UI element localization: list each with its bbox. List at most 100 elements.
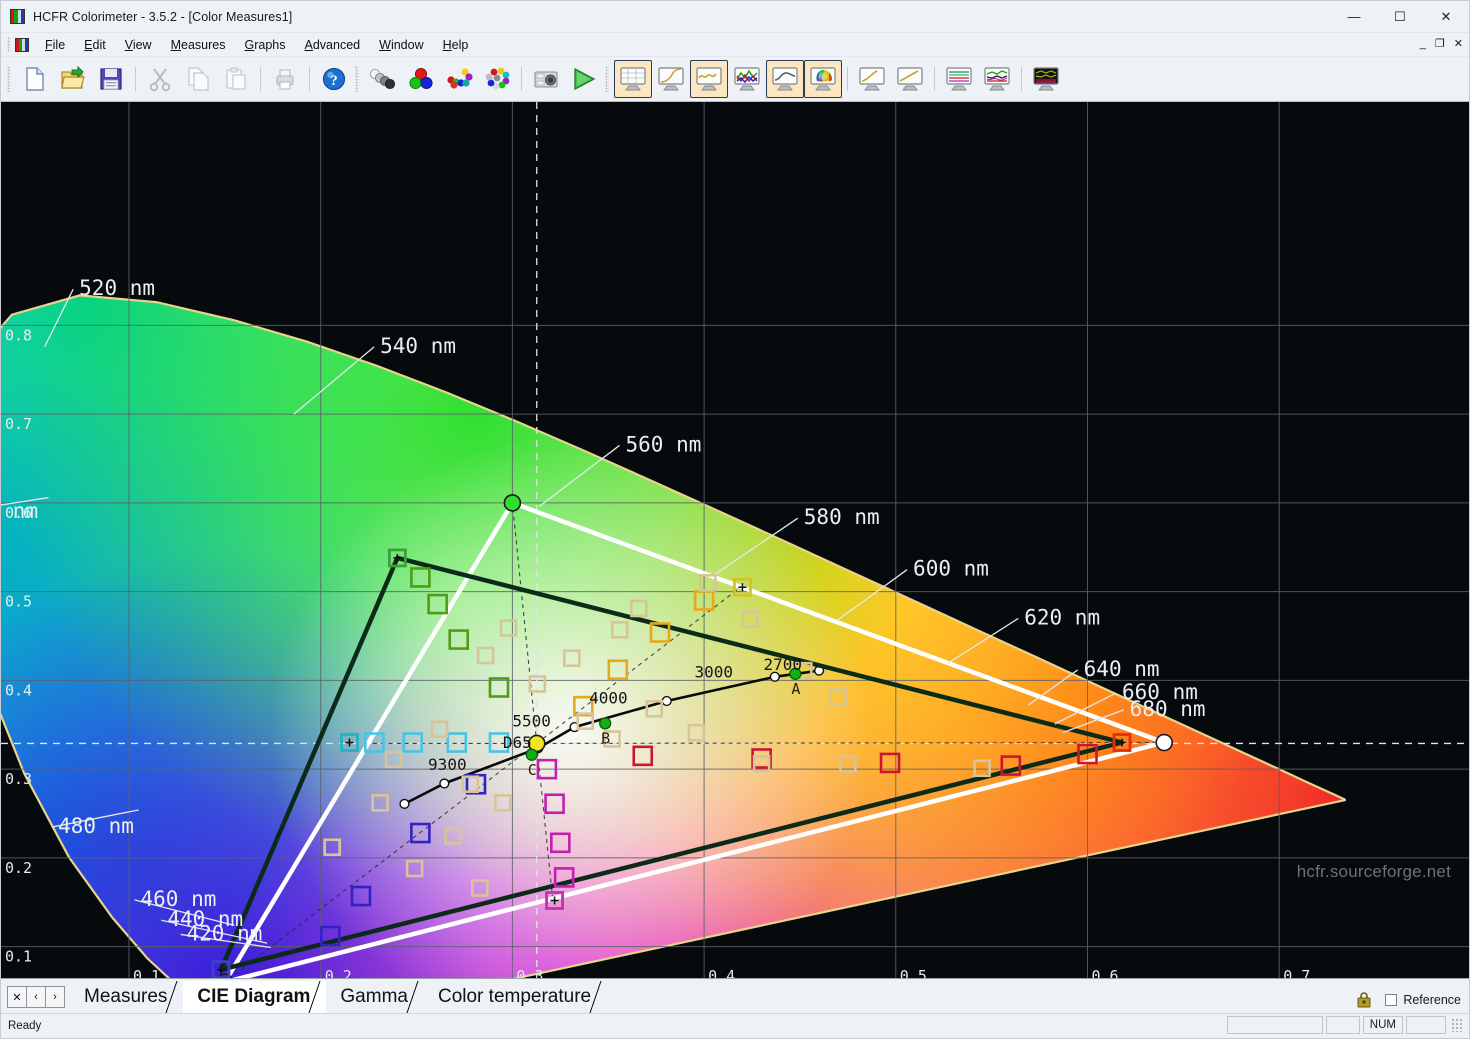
- red-reference-marker[interactable]: [1155, 733, 1173, 752]
- mdi-close-button[interactable]: ✕: [1454, 39, 1463, 50]
- monitor-smooth-graph-icon[interactable]: [766, 60, 804, 98]
- minimize-button[interactable]: —: [1331, 1, 1377, 32]
- illuminant-c-label: C: [528, 761, 537, 779]
- tab-color-temperature[interactable]: Color temperature: [423, 981, 624, 1013]
- status-pane-3: [1406, 1016, 1446, 1034]
- tab-next-button[interactable]: ›: [45, 986, 65, 1008]
- colorchecker-spheres-icon[interactable]: [478, 60, 516, 98]
- tab-close-button[interactable]: ✕: [7, 986, 27, 1008]
- monitor-trace-graph-icon[interactable]: [978, 60, 1016, 98]
- cut-scissors-icon[interactable]: [141, 60, 179, 98]
- menu-window[interactable]: Window: [370, 36, 432, 54]
- save-floppy-icon[interactable]: [92, 60, 130, 98]
- monitor-cie-graph-icon[interactable]: [804, 60, 842, 98]
- toolbar-grip[interactable]: [7, 66, 11, 92]
- menu-file-label-rest: ile: [52, 37, 66, 52]
- print-icon[interactable]: [266, 60, 304, 98]
- y-tick-label: 0.3: [5, 770, 32, 788]
- monitor-dark-graph-icon[interactable]: [1027, 60, 1065, 98]
- copy-icon[interactable]: [179, 60, 217, 98]
- toolbar-grip[interactable]: [605, 66, 609, 92]
- grayscale-spheres-icon[interactable]: [364, 60, 402, 98]
- menu-advanced[interactable]: Advanced: [296, 36, 370, 54]
- toolbar-separator: [135, 67, 136, 91]
- monitor-grid-graph-icon[interactable]: [614, 60, 652, 98]
- num-lock-indicator: NUM: [1362, 1016, 1403, 1034]
- tab-label: Gamma: [340, 986, 408, 1007]
- camera-icon[interactable]: [527, 60, 565, 98]
- monitor-line-graph-icon[interactable]: [853, 60, 891, 98]
- menu-graphs[interactable]: Graphs: [236, 36, 295, 54]
- close-button[interactable]: ✕: [1423, 1, 1469, 32]
- monitor-curve-graph-icon[interactable]: [652, 60, 690, 98]
- paste-icon[interactable]: [217, 60, 255, 98]
- toolbar-separator: [934, 67, 935, 91]
- planckian-point[interactable]: [399, 798, 410, 809]
- tab-gamma[interactable]: Gamma: [326, 981, 441, 1013]
- reference-checkbox[interactable]: [1385, 994, 1398, 1006]
- menu-edit[interactable]: Edit: [75, 36, 115, 54]
- window-title: HCFR Colorimeter - 3.5.2 - [Color Measur…: [33, 9, 293, 24]
- monitor-wave-graph-icon[interactable]: [690, 60, 728, 98]
- mdi-minimize-button[interactable]: _: [1420, 39, 1426, 50]
- play-triangle-icon[interactable]: [565, 60, 603, 98]
- wavelength-label: 540 nm: [380, 334, 456, 358]
- temperature-label: 3000: [695, 663, 734, 682]
- status-bar: Ready NUM: [1, 1013, 1469, 1038]
- green-reference-marker[interactable]: [503, 494, 522, 512]
- wavelength-label: 560 nm: [626, 432, 702, 456]
- temperature-label: 5500: [512, 712, 551, 731]
- illuminant-b-marker[interactable]: [599, 717, 612, 730]
- toolbar-separator: [260, 67, 261, 91]
- menu-view[interactable]: View: [116, 36, 161, 54]
- window-resize-grip[interactable]: [1451, 1018, 1463, 1032]
- tab-cie-diagram[interactable]: CIE Diagram: [183, 981, 343, 1013]
- menu-measures[interactable]: Measures: [162, 36, 235, 54]
- monitor-ramp-graph-icon[interactable]: [891, 60, 929, 98]
- reference-checkbox-row[interactable]: Reference: [1385, 993, 1461, 1007]
- new-document-icon[interactable]: [16, 60, 54, 98]
- lock-icon[interactable]: [1355, 991, 1373, 1009]
- watermark-label: hcfr.sourceforge.net: [1296, 862, 1451, 881]
- menu-file[interactable]: File: [36, 36, 74, 54]
- tab-strip-right: Reference: [1355, 991, 1461, 1009]
- menu-grip[interactable]: [7, 37, 11, 52]
- cie-diagram-canvas[interactable]: 0.1 0.2 0.3 0.4 0.5 0.6 0.7 0.1 0.2 0.3 0.4 0.5 0.6 0…: [1, 102, 1469, 978]
- wavelength-label: 600 nm: [913, 557, 989, 581]
- cie-chromaticity-plot[interactable]: 0.1 0.2 0.3 0.4 0.5 0.6 0.70.10.20.30.40.50.60…: [1, 102, 1469, 978]
- y-tick-label: 0.7: [5, 415, 32, 433]
- y-tick-label: 0.2: [5, 859, 32, 877]
- status-pane-2: [1325, 1016, 1360, 1034]
- y-tick-label: 0.8: [5, 326, 32, 344]
- tab-prev-button[interactable]: ‹: [26, 986, 46, 1008]
- wavelength-label: 620 nm: [1024, 605, 1100, 629]
- toolbar-separator: [847, 67, 848, 91]
- planckian-point[interactable]: [661, 695, 672, 707]
- tab-label: Color temperature: [437, 986, 592, 1007]
- monitor-multi-graph-icon[interactable]: [940, 60, 978, 98]
- help-question-icon[interactable]: ?: [315, 60, 353, 98]
- x-tick-label: 0.2: [325, 967, 352, 978]
- maximize-button[interactable]: ☐: [1377, 1, 1423, 32]
- temperature-label: 9300: [428, 755, 467, 774]
- tab-navigation: ✕ ‹ ›: [7, 984, 65, 1010]
- x-tick-label: 0.5: [900, 967, 927, 978]
- menu-help[interactable]: Help: [434, 36, 478, 54]
- y-tick-label: 0.5: [5, 593, 32, 611]
- mdi-child-controls: _ ❐ ✕: [1420, 33, 1463, 56]
- planckian-point[interactable]: [439, 778, 450, 789]
- primaries-spheres-icon[interactable]: [402, 60, 440, 98]
- hcfr-menu-logo-icon: [15, 37, 29, 52]
- toolbar-grip[interactable]: [355, 66, 359, 92]
- x-tick-label: 0.1: [133, 967, 160, 978]
- status-pane-1: [1226, 1016, 1323, 1034]
- tab-measures[interactable]: Measures: [70, 981, 200, 1013]
- mdi-restore-button[interactable]: ❐: [1435, 39, 1445, 50]
- open-folder-icon[interactable]: [54, 60, 92, 98]
- temperature-label: D65: [503, 733, 532, 752]
- window-controls: — ☐ ✕: [1331, 1, 1469, 32]
- status-message: Ready: [8, 1020, 42, 1032]
- monitor-rgb-graph-icon[interactable]: [728, 60, 766, 98]
- saturations-spheres-icon[interactable]: [440, 60, 478, 98]
- illuminant-b-label: B: [601, 729, 610, 747]
